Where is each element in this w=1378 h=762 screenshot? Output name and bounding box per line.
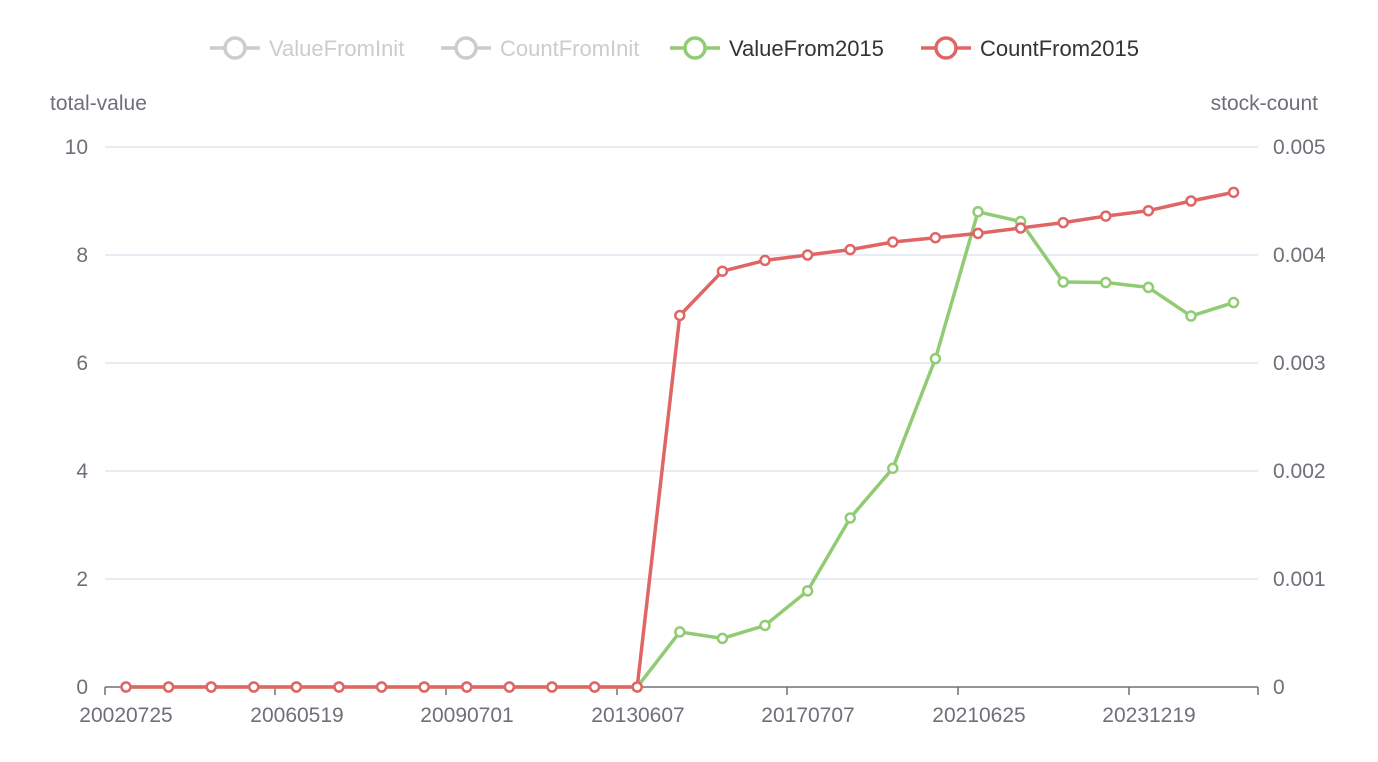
- right-tick-label: 0: [1273, 676, 1285, 699]
- data-point[interactable]: [716, 632, 729, 645]
- data-point[interactable]: [1057, 216, 1069, 229]
- data-point[interactable]: [205, 681, 217, 693]
- x-tick-label: 20210625: [932, 704, 1025, 727]
- series-line: [126, 190, 1234, 689]
- data-point[interactable]: [1142, 281, 1155, 294]
- legend-label: CountFrom2015: [980, 36, 1139, 61]
- x-tick-label: 20130607: [591, 704, 684, 727]
- legend-item-CountFrom2015[interactable]: CountFrom2015: [921, 36, 1139, 61]
- data-point[interactable]: [248, 681, 260, 693]
- data-point[interactable]: [1100, 210, 1112, 222]
- data-point[interactable]: [674, 309, 686, 322]
- data-point[interactable]: [929, 231, 942, 244]
- legend-marker-icon: [454, 36, 478, 60]
- data-point[interactable]: [1185, 310, 1197, 322]
- data-point[interactable]: [1227, 296, 1240, 309]
- legend-item-ValueFromInit[interactable]: ValueFromInit: [210, 36, 404, 61]
- series-ValueFrom2015: [120, 206, 1240, 693]
- data-point[interactable]: [375, 681, 388, 693]
- grid-lines: [105, 146, 1258, 580]
- data-point[interactable]: [1142, 204, 1155, 217]
- legend-label: ValueFromInit: [269, 36, 404, 61]
- data-point[interactable]: [631, 681, 643, 693]
- data-point[interactable]: [759, 254, 771, 267]
- left-axis-title: total-value: [50, 92, 147, 115]
- left-tick-label: 2: [76, 568, 88, 591]
- right-tick-label: 0.004: [1273, 244, 1326, 267]
- legend-label: CountFromInit: [500, 36, 639, 61]
- data-point[interactable]: [887, 236, 899, 248]
- right-tick-label: 0.003: [1273, 352, 1326, 375]
- data-point[interactable]: [801, 585, 814, 597]
- series-CountFrom2015: [120, 186, 1240, 693]
- left-tick-label: 4: [76, 460, 88, 483]
- data-point[interactable]: [674, 626, 686, 638]
- legend-marker-icon: [934, 36, 958, 60]
- data-point[interactable]: [1014, 222, 1027, 234]
- left-tick-label: 10: [65, 136, 88, 159]
- x-tick-label: 20020725: [79, 704, 172, 727]
- data-point[interactable]: [759, 619, 771, 632]
- data-point[interactable]: [844, 512, 856, 524]
- legend-label: ValueFrom2015: [729, 36, 884, 61]
- legend[interactable]: ValueFromInit CountFromInit ValueFrom2015 C…: [210, 36, 1139, 61]
- series-lines: [120, 186, 1240, 693]
- legend-item-ValueFrom2015[interactable]: ValueFrom2015: [670, 36, 884, 61]
- right-tick-label: 0.005: [1273, 136, 1326, 159]
- data-point[interactable]: [972, 206, 984, 218]
- legend-marker-icon: [683, 36, 707, 60]
- legend-marker-icon: [223, 36, 247, 60]
- chart-container: total-value stock-count 0 0 2 0.001 4 0.002 6 0…: [0, 0, 1378, 762]
- data-point[interactable]: [290, 681, 303, 693]
- data-point[interactable]: [1057, 276, 1069, 288]
- right-tick-label: 0.002: [1273, 460, 1326, 483]
- x-tick-label: 20090701: [420, 704, 513, 727]
- data-point[interactable]: [333, 681, 345, 693]
- data-point[interactable]: [887, 462, 899, 475]
- data-point[interactable]: [162, 681, 175, 693]
- x-tick-label: 20170707: [761, 704, 854, 727]
- data-point[interactable]: [1227, 186, 1240, 199]
- data-point[interactable]: [503, 681, 516, 693]
- data-point[interactable]: [972, 227, 984, 240]
- data-point[interactable]: [1100, 276, 1112, 289]
- data-point[interactable]: [588, 681, 601, 693]
- data-point[interactable]: [546, 681, 558, 693]
- data-point[interactable]: [120, 681, 132, 693]
- data-point[interactable]: [844, 243, 856, 256]
- right-tick-label: 0.001: [1273, 568, 1326, 591]
- data-point[interactable]: [418, 681, 430, 693]
- data-point[interactable]: [461, 681, 473, 693]
- data-point[interactable]: [1185, 195, 1197, 207]
- data-point[interactable]: [929, 352, 942, 365]
- line-chart: total-value stock-count 0 0 2 0.001 4 0.002 6 0…: [50, 36, 1326, 727]
- legend-item-CountFromInit[interactable]: CountFromInit: [441, 36, 639, 61]
- x-tick-label: 20060519: [250, 704, 343, 727]
- left-tick-label: 0: [76, 676, 88, 699]
- left-tick-label: 6: [76, 352, 88, 375]
- left-tick-label: 8: [76, 244, 88, 267]
- data-point[interactable]: [716, 265, 729, 277]
- x-tick-label: 20231219: [1102, 704, 1195, 727]
- data-point[interactable]: [801, 249, 814, 261]
- right-axis-title: stock-count: [1211, 92, 1319, 115]
